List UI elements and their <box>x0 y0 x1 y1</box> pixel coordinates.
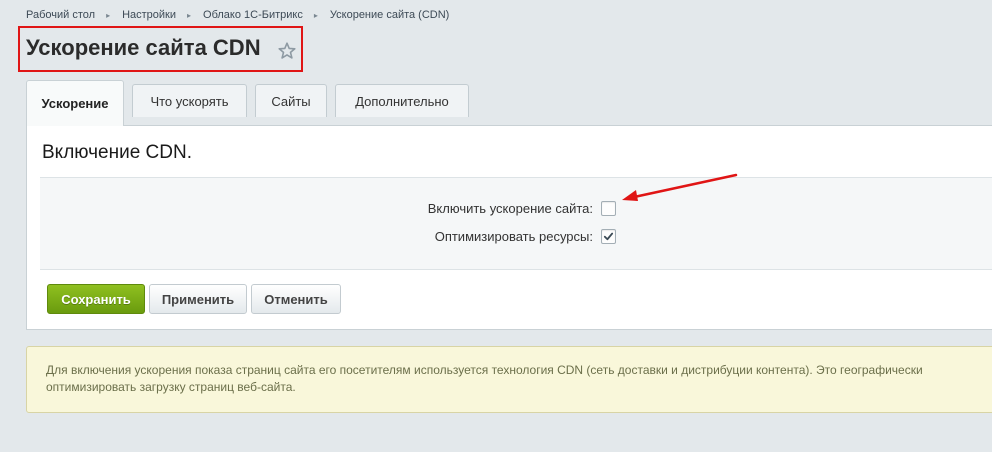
optimize-resources-checkbox[interactable] <box>601 229 616 244</box>
tab-what-to-accelerate[interactable]: Что ускорять <box>132 84 247 117</box>
breadcrumb-item-cloud[interactable]: Облако 1С-Битрикс <box>203 9 303 21</box>
breadcrumb: Рабочий стол ▸ Настройки ▸ Облако 1С-Бит… <box>26 9 449 21</box>
page-title: Ускорение сайта CDN <box>26 35 261 60</box>
breadcrumb-item-settings[interactable]: Настройки <box>122 9 176 21</box>
info-note: Для включения ускорения показа страниц с… <box>26 346 992 413</box>
tab-sites[interactable]: Сайты <box>255 84 327 117</box>
option-label-optimize-resources: Оптимизировать ресурсы: <box>434 229 593 244</box>
save-button[interactable]: Сохранить <box>47 284 145 314</box>
option-row-enable-acceleration: Включить ускорение сайта: <box>428 201 616 216</box>
section-title: Включение CDN. <box>42 142 192 163</box>
breadcrumb-separator-icon: ▸ <box>106 10 111 20</box>
tab-acceleration[interactable]: Ускорение <box>26 80 124 126</box>
breadcrumb-item-desktop[interactable]: Рабочий стол <box>26 9 95 21</box>
breadcrumb-separator-icon: ▸ <box>313 10 318 20</box>
info-note-line-2: оптимизировать загрузку страниц веб-сайт… <box>46 380 296 394</box>
apply-button[interactable]: Применить <box>149 284 247 314</box>
settings-panel: Включение CDN. Включить ускорение сайта:… <box>26 125 992 330</box>
option-row-optimize-resources: Оптимизировать ресурсы: <box>435 229 616 244</box>
star-icon[interactable] <box>277 41 297 61</box>
breadcrumb-item-current: Ускорение сайта (CDN) <box>329 9 450 21</box>
red-arrow-annotation <box>622 173 738 201</box>
breadcrumb-separator-icon: ▸ <box>187 10 192 20</box>
info-note-line-1: Для включения ускорения показа страниц с… <box>46 363 923 377</box>
option-label-enable-acceleration: Включить ускорение сайта: <box>427 201 593 216</box>
tab-advanced[interactable]: Дополнительно <box>335 84 469 117</box>
checkmark-icon <box>603 232 614 241</box>
options-block: Включить ускорение сайта: Оптимизировать… <box>40 177 992 270</box>
cancel-button[interactable]: Отменить <box>251 284 341 314</box>
